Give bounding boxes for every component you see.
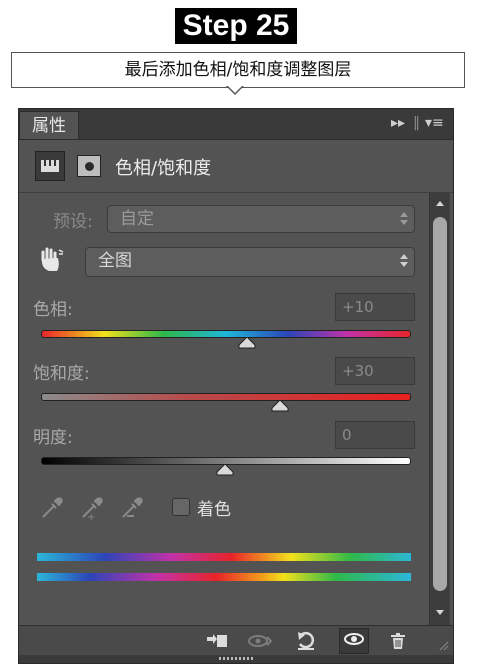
- scroll-up-icon[interactable]: [436, 201, 444, 206]
- hand-target-icon[interactable]: [37, 246, 65, 278]
- scrollbar[interactable]: [429, 193, 450, 625]
- channel-select[interactable]: 全图: [85, 247, 415, 277]
- eyedropper-minus-icon[interactable]: [119, 495, 145, 525]
- panel-header: 色相/饱和度: [19, 140, 453, 193]
- trash-icon[interactable]: [387, 631, 409, 651]
- separator: ‖: [413, 115, 420, 131]
- reset-icon[interactable]: [295, 631, 317, 651]
- visibility-eye-icon[interactable]: [339, 628, 369, 654]
- mask-icon[interactable]: [77, 155, 101, 177]
- saturation-slider-track[interactable]: [41, 393, 411, 401]
- panel-menu-icon[interactable]: ▾≡: [425, 115, 444, 131]
- saturation-label: 饱和度:: [33, 364, 90, 384]
- view-previous-state-icon[interactable]: [247, 631, 273, 651]
- colorize-label: 着色: [197, 500, 231, 520]
- panel-bottom-bar: [19, 655, 453, 663]
- panel-body: 预设: 自定 全图 色相: +10 饱和度: +30 明度: 0 + 着色: [19, 193, 429, 625]
- channel-value: 全图: [98, 251, 132, 271]
- adjustment-layer-icon[interactable]: [35, 151, 65, 181]
- hue-slider-track[interactable]: [41, 330, 411, 338]
- preset-label: 预设:: [53, 212, 93, 232]
- hue-label: 色相:: [33, 300, 73, 320]
- preset-select[interactable]: 自定: [107, 205, 415, 233]
- saturation-input[interactable]: +30: [335, 357, 415, 385]
- step-badge: Step 25: [175, 8, 297, 44]
- eyedropper-icon[interactable]: [39, 495, 65, 525]
- instruction-callout: 最后添加色相/饱和度调整图层: [11, 52, 465, 88]
- callout-pointer-fill: [228, 86, 242, 93]
- eyedropper-plus-icon[interactable]: +: [79, 495, 105, 525]
- lightness-label: 明度:: [33, 428, 73, 448]
- preset-value: 自定: [120, 209, 154, 229]
- panel-tab-bar: 属性 ▸▸ ‖ ▾≡: [19, 109, 453, 140]
- scroll-down-icon[interactable]: [436, 610, 444, 615]
- double-chevron-right-icon[interactable]: ▸▸: [391, 115, 405, 131]
- hue-input[interactable]: +10: [335, 293, 415, 321]
- adjustment-title: 色相/饱和度: [115, 158, 212, 179]
- scroll-thumb[interactable]: [433, 217, 447, 591]
- tab-properties[interactable]: 属性: [19, 111, 79, 139]
- panel-footer: [19, 625, 453, 656]
- clip-to-layer-icon[interactable]: [205, 631, 227, 651]
- properties-panel: 属性 ▸▸ ‖ ▾≡ 色相/饱和度 预设: 自定 全图 色相: +10 饱和度:…: [18, 108, 454, 664]
- colorize-checkbox[interactable]: [172, 498, 190, 516]
- resize-grip-icon[interactable]: [437, 636, 449, 651]
- svg-text:+: +: [87, 512, 95, 521]
- lightness-input[interactable]: 0: [335, 421, 415, 449]
- output-spectrum-bar: [37, 573, 411, 581]
- instruction-text: 最后添加色相/饱和度调整图层: [124, 60, 352, 80]
- input-spectrum-bar: [37, 553, 411, 561]
- drag-handle[interactable]: [219, 657, 253, 660]
